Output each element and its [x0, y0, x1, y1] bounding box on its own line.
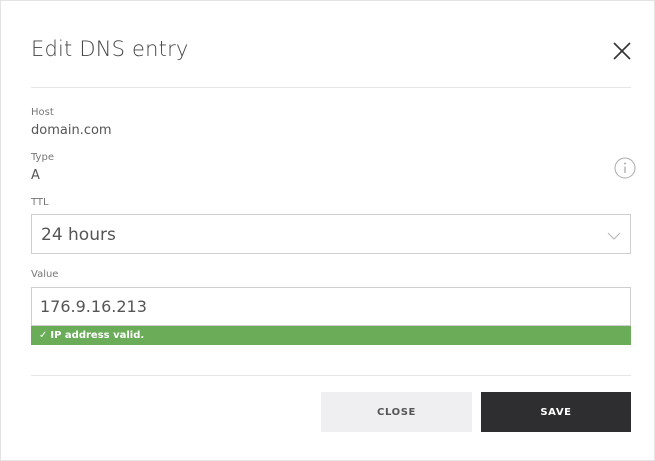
info-icon[interactable]: [614, 157, 636, 179]
host-value: domain.com: [31, 123, 112, 138]
ttl-selected-value: 24 hours: [41, 225, 116, 245]
type-value: A: [31, 168, 40, 183]
ttl-select[interactable]: 24 hours: [31, 214, 631, 254]
chevron-down-icon: [607, 228, 621, 242]
validation-message: ✓ IP address valid.: [31, 326, 631, 345]
save-button[interactable]: SAVE: [481, 392, 631, 432]
dialog-title: Edit DNS entry: [31, 37, 189, 61]
edit-dns-dialog: Edit DNS entry Host domain.com Type A TT…: [0, 0, 655, 461]
host-label: Host: [31, 107, 54, 118]
footer-divider: [31, 375, 631, 376]
value-label: Value: [31, 269, 59, 280]
close-button[interactable]: CLOSE: [321, 392, 472, 432]
validation-text: IP address valid.: [50, 330, 145, 341]
ip-value-input[interactable]: [31, 287, 631, 326]
check-icon: ✓: [39, 330, 48, 341]
type-label: Type: [31, 152, 54, 163]
close-icon[interactable]: [609, 38, 635, 64]
ttl-label: TTL: [31, 197, 49, 208]
header-divider: [31, 87, 631, 88]
